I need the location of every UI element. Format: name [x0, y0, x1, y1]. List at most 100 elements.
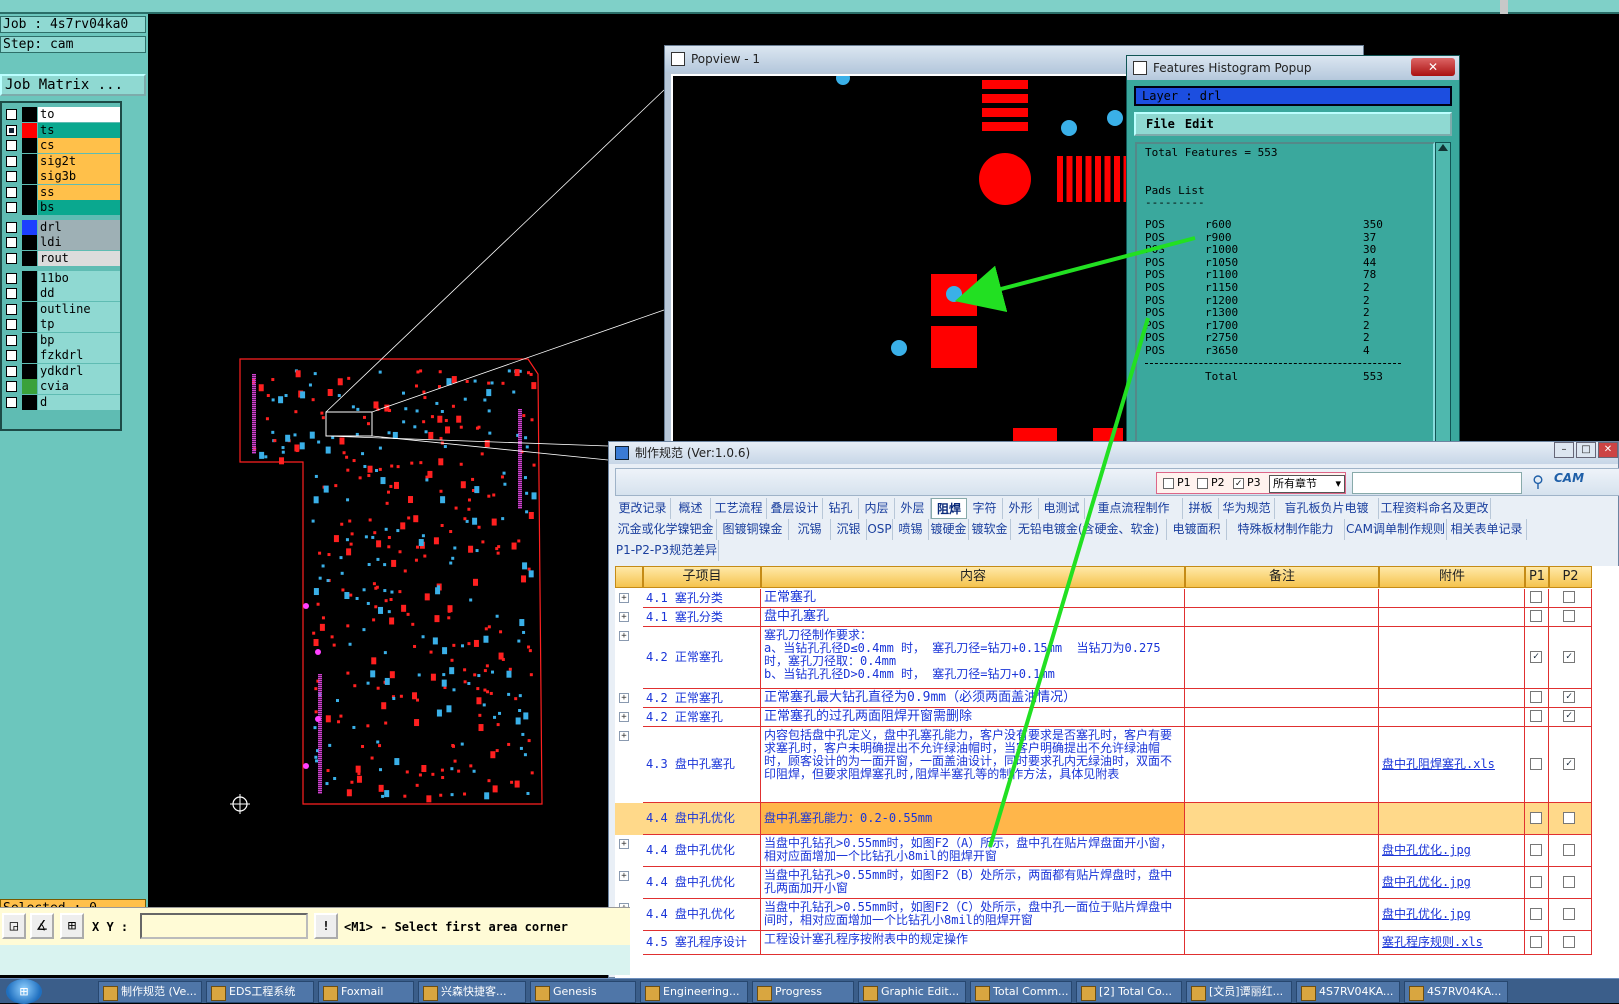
tab-12[interactable]: 拼板: [1183, 498, 1219, 519]
p1-row-checkbox[interactable]: [1530, 908, 1542, 920]
layer-name[interactable]: ldi: [38, 235, 120, 250]
tab-10[interactable]: 特殊板材制作能力: [1227, 519, 1345, 540]
spec-titlebar[interactable]: 制作规范 (Ver:1.0.6) – □ ✕: [609, 442, 1618, 464]
layer-checkbox[interactable]: [6, 222, 17, 233]
p2-row-checkbox[interactable]: [1563, 908, 1575, 920]
layer-checkbox[interactable]: [6, 288, 17, 299]
tab-6[interactable]: 镀硬金: [929, 519, 969, 540]
layer-color-swatch[interactable]: [22, 317, 37, 332]
layer-checkbox[interactable]: [6, 156, 17, 167]
tab-0[interactable]: 沉金或化学镍钯金: [615, 519, 717, 540]
column-header-5[interactable]: P2: [1549, 566, 1592, 588]
table-row[interactable]: 4.1 塞孔分类 正常塞孔: [615, 589, 1592, 608]
layer-row-ts[interactable]: ts: [4, 123, 120, 138]
tab-11[interactable]: CAM调单制作规则: [1345, 519, 1447, 540]
tab-1[interactable]: 图镀铜镍金: [717, 519, 789, 540]
taskbar-item[interactable]: [文员]谭丽红...: [1186, 981, 1292, 1003]
tab-3[interactable]: 叠层设计: [767, 498, 823, 519]
layer-name[interactable]: bp: [38, 333, 120, 348]
layer-row-d[interactable]: d: [4, 395, 120, 410]
layer-checkbox[interactable]: [6, 237, 17, 248]
table-row[interactable]: 4.2 正常塞孔 正常塞孔最大钻孔直径为0.9mm（必须两面盖油情况） ✓: [615, 689, 1592, 708]
p1-row-checkbox[interactable]: [1530, 691, 1542, 703]
spec-window[interactable]: 制作规范 (Ver:1.0.6) – □ ✕ P1 P2 ✓ P3 所有章节 ▾ ⚲…: [608, 441, 1619, 979]
table-row[interactable]: 4.1 塞孔分类 盘中孔塞孔: [615, 608, 1592, 627]
search-icon[interactable]: ⚲: [1526, 471, 1550, 495]
layer-row-drl[interactable]: drl: [4, 220, 120, 235]
taskbar-item[interactable]: Genesis: [530, 981, 636, 1003]
tab-8[interactable]: 无铅电镀金(含硬金、软金): [1011, 519, 1167, 540]
tab-14[interactable]: 盲孔板负片电镀: [1275, 498, 1379, 519]
layer-name[interactable]: fzkdrl: [38, 348, 120, 363]
tab-9[interactable]: 电镀面积: [1167, 519, 1227, 540]
layer-name[interactable]: ydkdrl: [38, 364, 120, 379]
layer-row-outline[interactable]: outline: [4, 302, 120, 317]
layer-checkbox[interactable]: [6, 202, 17, 213]
tab-2[interactable]: 工艺流程: [711, 498, 767, 519]
p2-checkbox[interactable]: [1197, 478, 1208, 489]
layer-color-swatch[interactable]: [22, 379, 37, 394]
histogram-close-button[interactable]: ✕: [1411, 58, 1455, 76]
features-histogram-window[interactable]: Features Histogram Popup ✕ Layer : drl Fi…: [1126, 55, 1460, 448]
p3-checkbox[interactable]: ✓: [1233, 478, 1244, 489]
grid-icon[interactable]: ⊞: [60, 913, 84, 939]
p2-row-checkbox[interactable]: [1563, 591, 1575, 603]
tab-6[interactable]: 外层: [895, 498, 931, 519]
layer-checkbox[interactable]: [6, 381, 17, 392]
p1-row-checkbox[interactable]: [1530, 610, 1542, 622]
layer-name[interactable]: sig3b: [38, 169, 120, 184]
tab-1[interactable]: 概述: [671, 498, 711, 519]
layer-name[interactable]: d: [38, 395, 120, 410]
tab-7[interactable]: 镀软金: [969, 519, 1011, 540]
minimize-icon[interactable]: –: [1554, 442, 1574, 458]
start-icon[interactable]: ⊞: [6, 979, 42, 1004]
tab-13[interactable]: 华为规范: [1219, 498, 1275, 519]
cell-attachment[interactable]: 塞孔程序规则.xls: [1379, 931, 1525, 955]
layer-checkbox[interactable]: [6, 366, 17, 377]
graphic-canvas[interactable]: [148, 14, 668, 884]
table-row[interactable]: 4.2 正常塞孔 正常塞孔的过孔两面阻焊开窗需删除 ✓: [615, 708, 1592, 727]
p2-row-checkbox[interactable]: [1563, 936, 1575, 948]
p1-row-checkbox[interactable]: [1530, 936, 1542, 948]
layer-checkbox[interactable]: [6, 140, 17, 151]
taskbar-item[interactable]: Graphic Edit...: [858, 981, 966, 1003]
layer-name[interactable]: ss: [38, 185, 120, 200]
tab-0[interactable]: P1-P2-P3规范差异: [615, 540, 719, 561]
p2-row-checkbox[interactable]: ✓: [1563, 651, 1575, 663]
table-row[interactable]: 4.4 盘中孔优化 当盘中孔钻孔>0.55mm时，如图F2（A）所示，盘中孔在贴片…: [615, 835, 1592, 867]
layer-name[interactable]: rout: [38, 251, 120, 266]
layer-row-dd[interactable]: dd: [4, 286, 120, 301]
chevron-down-icon[interactable]: ▾: [1335, 476, 1341, 492]
taskbar-item[interactable]: Progress: [752, 981, 854, 1003]
layer-color-swatch[interactable]: [22, 286, 37, 301]
layer-row-11bo[interactable]: 11bo: [4, 271, 120, 286]
layer-color-swatch[interactable]: [22, 235, 37, 250]
tab-12[interactable]: 相关表单记录: [1447, 519, 1527, 540]
p1-row-checkbox[interactable]: [1530, 758, 1542, 770]
layer-checkbox[interactable]: [6, 397, 17, 408]
layer-row-sig2t[interactable]: sig2t: [4, 154, 120, 169]
cell-attachment[interactable]: 盘中孔阻焊塞孔.xls: [1379, 727, 1525, 803]
layer-name[interactable]: to: [38, 107, 120, 122]
layer-color-swatch[interactable]: [22, 333, 37, 348]
taskbar-item[interactable]: 兴森快捷客...: [418, 981, 526, 1003]
taskbar-item[interactable]: Engineering...: [640, 981, 748, 1003]
column-header-0[interactable]: 子项目: [643, 566, 761, 588]
p1-checkbox[interactable]: [1163, 478, 1174, 489]
tab-5[interactable]: 喷锡: [893, 519, 929, 540]
layer-name[interactable]: tp: [38, 317, 120, 332]
table-row[interactable]: 4.4 盘中孔优化 当盘中孔钻孔>0.55mm时，如图F2（C）处所示，盘中孔一面…: [615, 899, 1592, 931]
layer-name[interactable]: drl: [38, 220, 120, 235]
layer-row-cs[interactable]: cs: [4, 138, 120, 153]
layer-name[interactable]: dd: [38, 286, 120, 301]
warning-icon[interactable]: !: [314, 913, 338, 939]
layer-row-tp[interactable]: tp: [4, 317, 120, 332]
p1-row-checkbox[interactable]: [1530, 844, 1542, 856]
job-matrix-button[interactable]: Job Matrix ...: [0, 74, 146, 96]
p2-row-checkbox[interactable]: ✓: [1563, 758, 1575, 770]
layer-color-swatch[interactable]: [22, 138, 37, 153]
maximize-icon[interactable]: □: [1576, 442, 1596, 458]
layer-checkbox[interactable]: [6, 273, 17, 284]
p1-row-checkbox[interactable]: [1530, 812, 1542, 824]
layer-row-ydkdrl[interactable]: ydkdrl: [4, 364, 120, 379]
